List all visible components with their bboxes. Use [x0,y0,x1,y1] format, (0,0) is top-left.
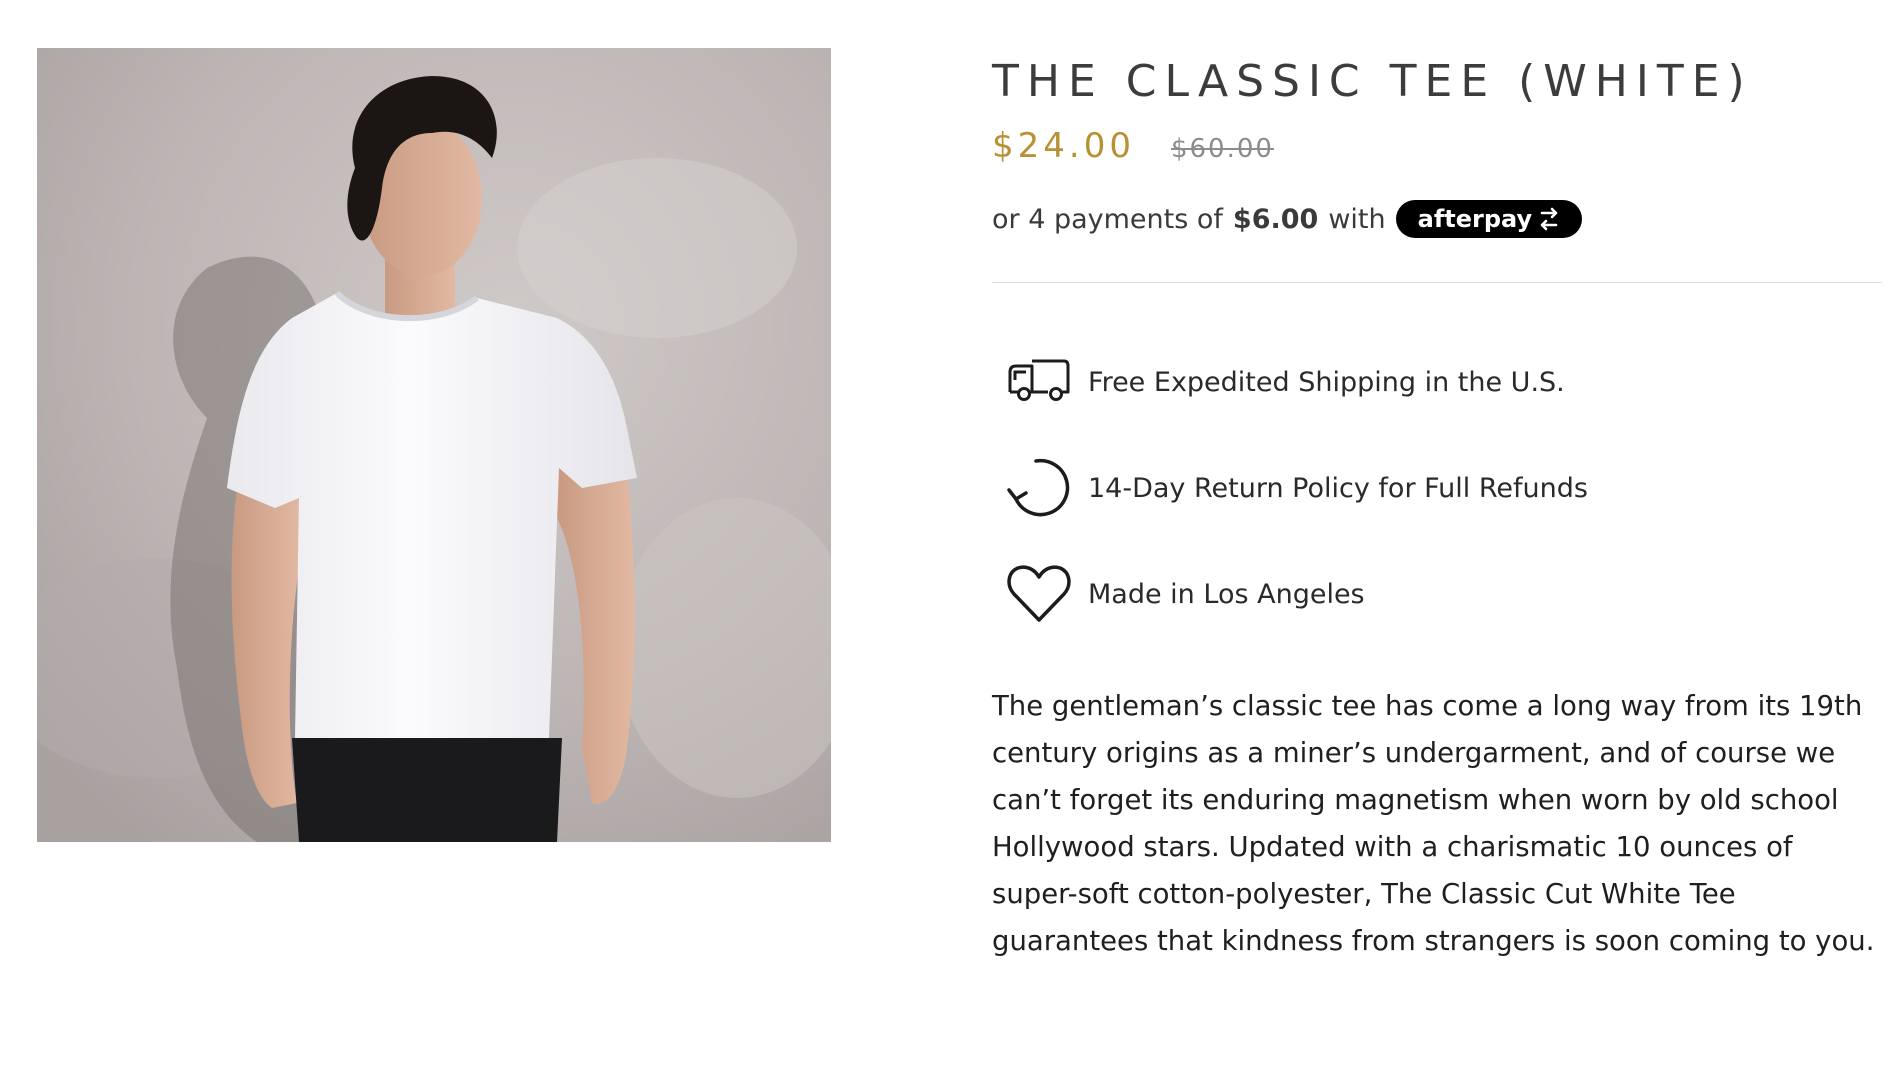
afterpay-badge[interactable]: afterpay [1395,200,1583,238]
feature-label: Made in Los Angeles [1088,578,1365,610]
compare-at-price: $60.00 [1170,134,1274,164]
installments-prefix: or 4 payments of [992,203,1223,235]
installment-amount: $6.00 [1232,203,1319,235]
product-info: THE CLASSIC TEE (WHITE) $24.00 $60.00 or… [992,52,1882,993]
product-image[interactable] [37,48,831,842]
product-description: The gentleman’s classic tee has come a l… [992,690,1875,957]
product-title: THE CLASSIC TEE (WHITE) [992,56,1753,107]
feature-label: Free Expedited Shipping in the U.S. [1088,366,1565,398]
return-arrow-icon [1006,455,1072,521]
feature-returns: 14-Day Return Policy for Full Refunds [1006,453,1882,523]
heart-icon [1006,561,1072,627]
feature-made-in: Made in Los Angeles [1006,559,1882,629]
afterpay-installments: or 4 payments of $6.00 with afterpay [992,200,1882,238]
feature-list: Free Expedited Shipping in the U.S. 14-D… [1006,347,1882,629]
product-page: THE CLASSIC TEE (WHITE) $24.00 $60.00 or… [0,0,1896,1076]
divider [992,282,1882,283]
sale-price: $24.00 [992,126,1135,166]
feature-shipping: Free Expedited Shipping in the U.S. [1006,347,1882,417]
feature-label: 14-Day Return Policy for Full Refunds [1088,472,1588,504]
afterpay-badge-label: afterpay [1417,205,1533,233]
product-photo [37,48,831,842]
truck-icon [1006,349,1072,415]
price-row: $24.00 $60.00 [992,126,1882,166]
installments-suffix: with [1328,203,1386,235]
afterpay-arrows-icon [1540,207,1558,231]
